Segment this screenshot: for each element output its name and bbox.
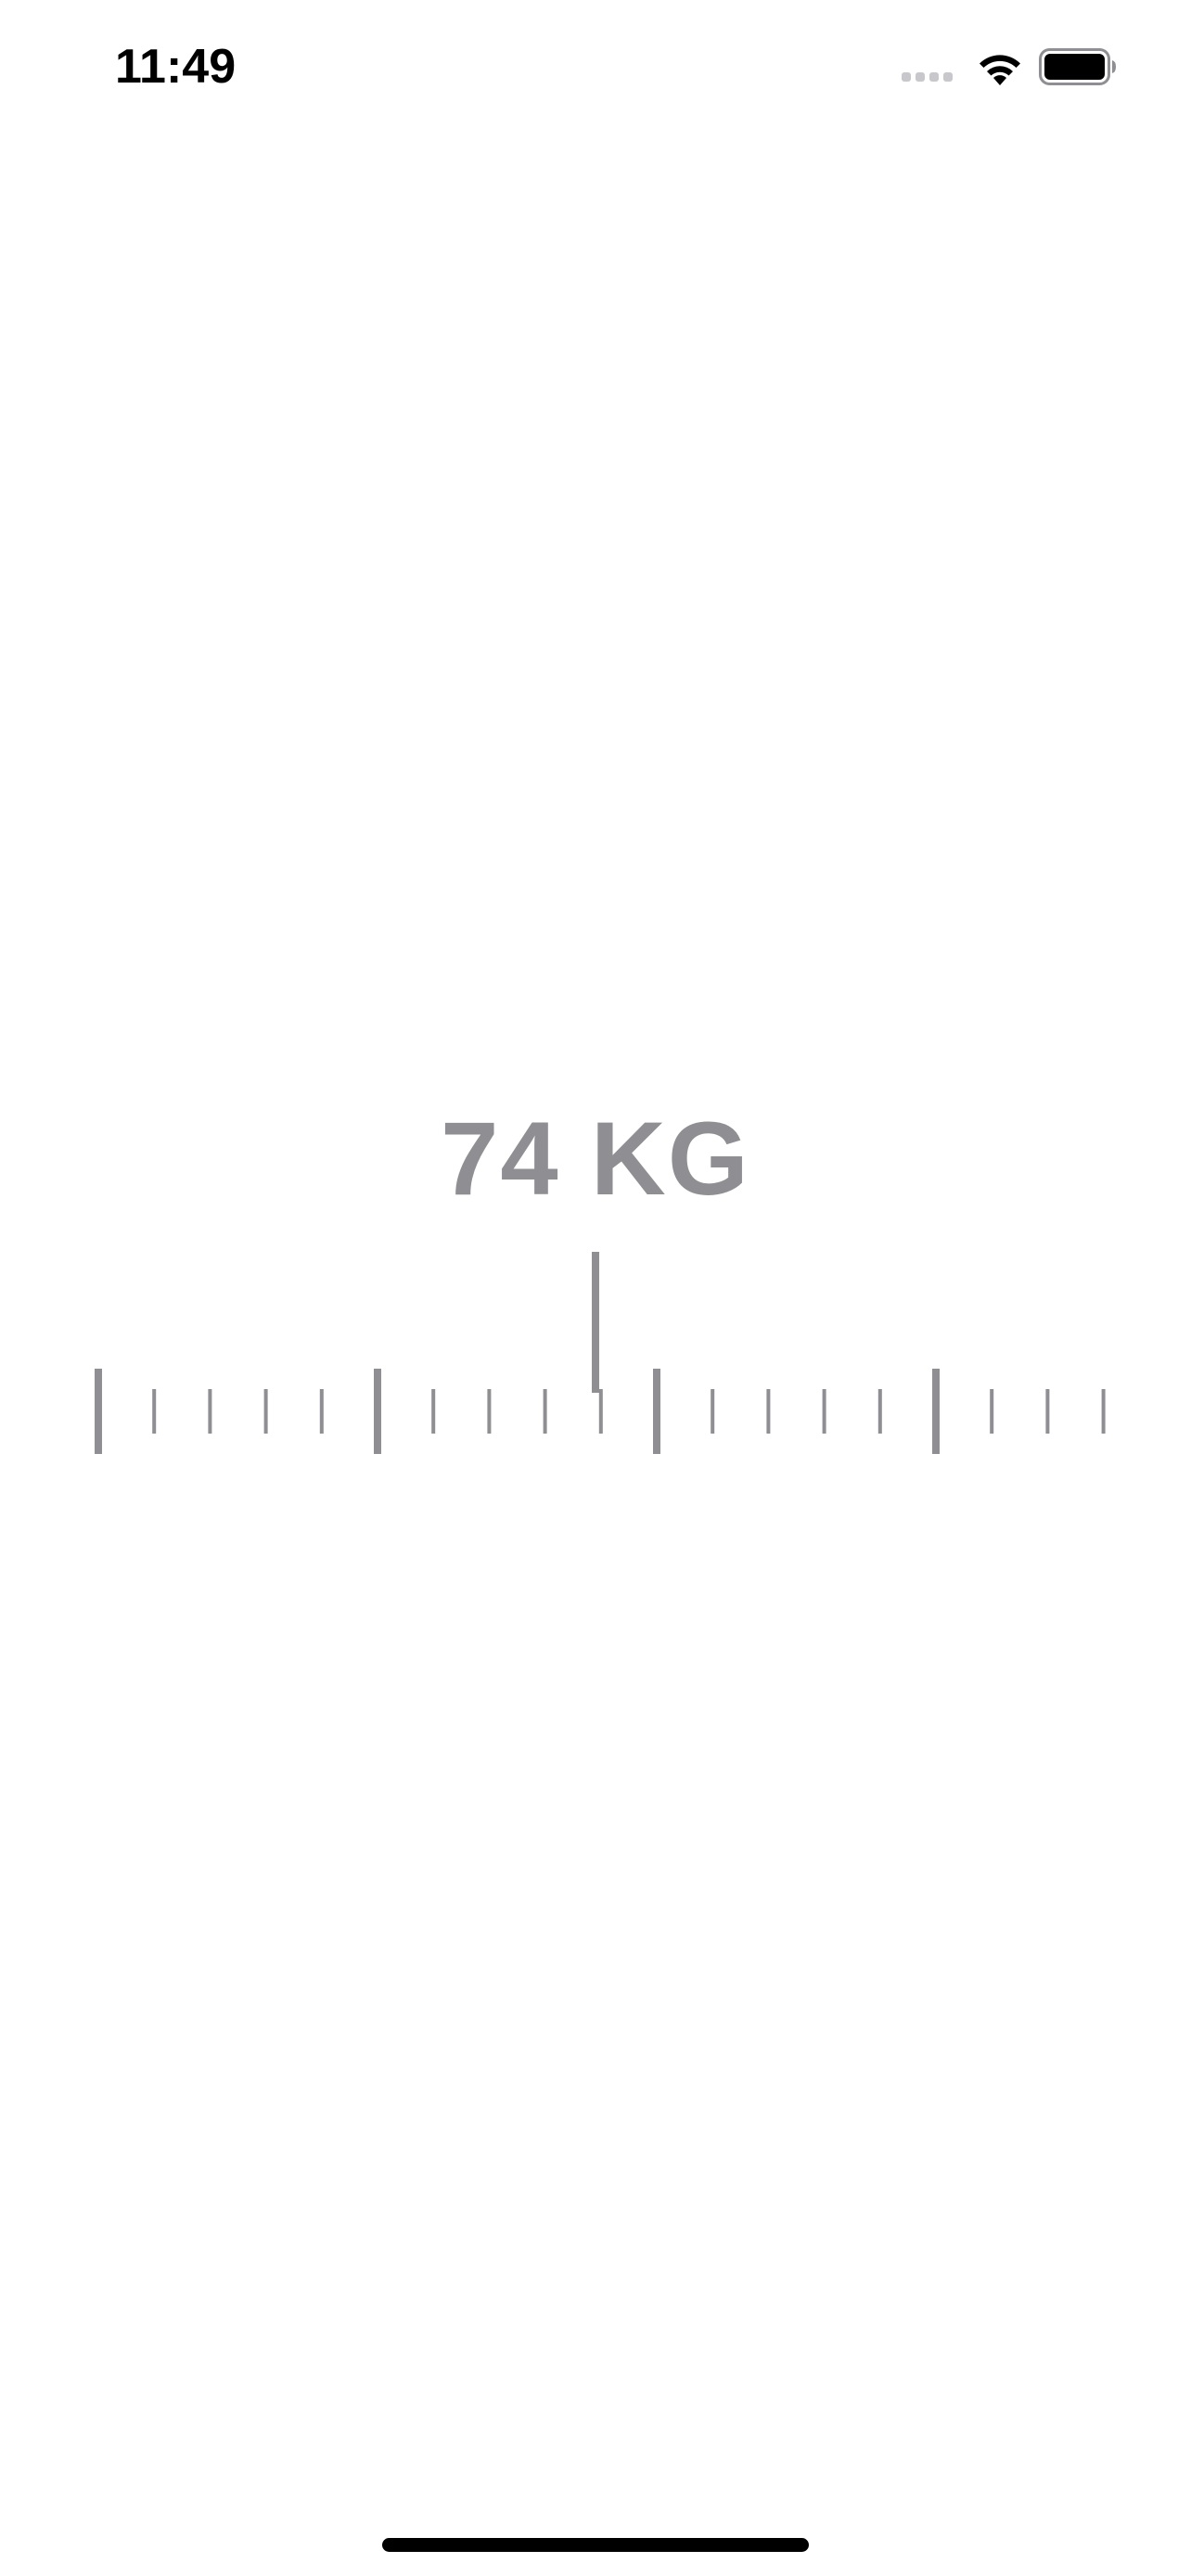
ruler-minor-tick	[1101, 1389, 1106, 1434]
ruler-minor-tick	[1045, 1389, 1050, 1434]
ruler-center-indicator	[592, 1252, 599, 1393]
ruler-minor-tick	[487, 1389, 492, 1434]
weight-ruler-slider[interactable]	[0, 1243, 1191, 1465]
ruler-major-tick	[653, 1369, 660, 1454]
ruler-minor-tick	[598, 1389, 603, 1434]
ruler-minor-tick	[990, 1389, 994, 1434]
ruler-minor-tick	[877, 1389, 882, 1434]
ruler-minor-tick	[766, 1389, 771, 1434]
ruler-major-tick	[932, 1369, 940, 1454]
status-time: 11:49	[115, 40, 237, 94]
ruler-major-tick	[374, 1369, 381, 1454]
status-bar: 11:49	[0, 0, 1191, 139]
wifi-icon	[976, 48, 1024, 87]
ruler-minor-tick	[263, 1389, 268, 1434]
ruler-major-tick	[95, 1369, 102, 1454]
cellular-signal-icon	[902, 72, 957, 83]
battery-icon	[1039, 48, 1117, 85]
ruler-minor-tick	[711, 1389, 715, 1434]
ruler-minor-tick	[543, 1389, 547, 1434]
ruler-minor-tick	[822, 1389, 826, 1434]
ruler-minor-tick	[319, 1389, 324, 1434]
home-indicator[interactable]	[382, 2538, 809, 2552]
ruler-minor-tick	[431, 1389, 436, 1434]
ruler-minor-tick	[152, 1389, 157, 1434]
ruler-ticks[interactable]	[0, 1243, 1191, 1465]
ruler-minor-tick	[208, 1389, 212, 1434]
weight-value-label: 74 KG	[441, 1101, 750, 1217]
